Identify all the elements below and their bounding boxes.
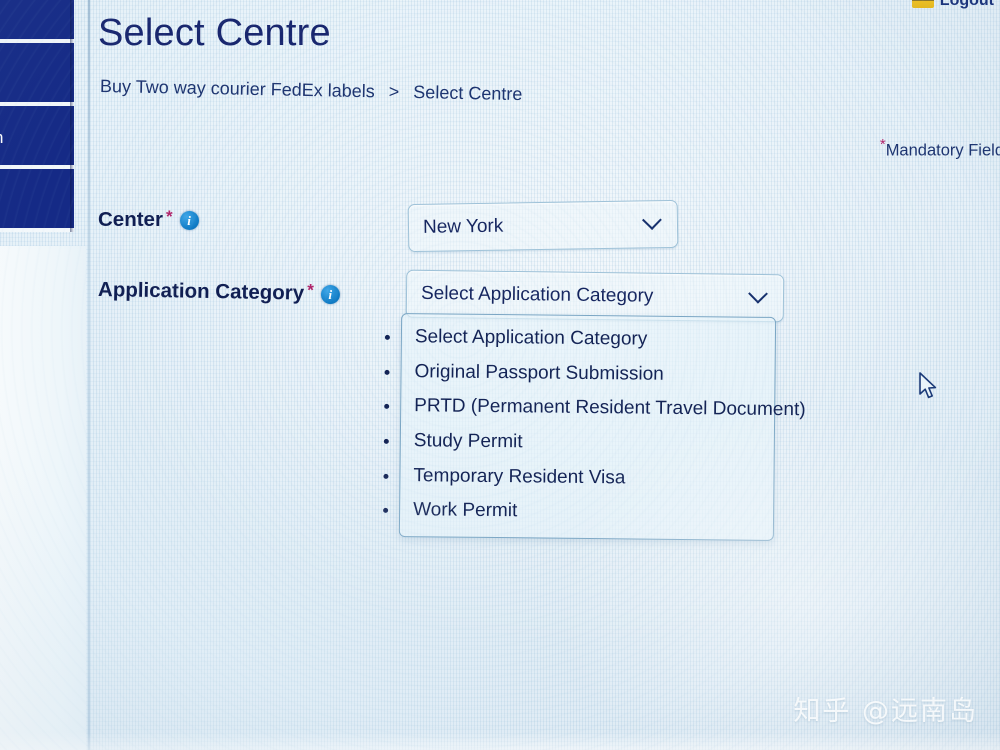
sidebar-item-labels[interactable]: bels <box>0 0 74 43</box>
main-content: Logout Select Centre Buy Two way courier… <box>98 0 1000 750</box>
application-category-selected-value: Select Application Category <box>420 282 654 307</box>
sidebar-nav: bels n <box>0 0 74 232</box>
center-required-mark: * <box>165 207 173 226</box>
info-icon[interactable]: i <box>320 284 340 304</box>
info-icon[interactable]: i <box>179 210 199 230</box>
left-margin-strip <box>0 246 86 750</box>
dropdown-option[interactable]: Select Application Category <box>402 320 775 359</box>
breadcrumb-parent-link[interactable]: Buy Two way courier FedEx labels <box>100 76 375 101</box>
logout-label: Logout <box>939 0 994 9</box>
center-selected-value: New York <box>422 215 504 238</box>
sidebar-item-label: n <box>0 106 74 165</box>
application-category-option-list[interactable]: Select Application Category Original Pas… <box>398 313 806 542</box>
center-label-text: Center <box>98 208 163 231</box>
mandatory-field-note: *Mandatory Field <box>880 136 1000 161</box>
dropdown-option[interactable]: Original Passport Submission <box>401 355 774 394</box>
center-field-label: Center * i <box>98 207 199 232</box>
breadcrumb: Buy Two way courier FedEx labels > Selec… <box>100 76 523 105</box>
content-divider <box>88 0 90 750</box>
logout-button[interactable]: Logout <box>911 0 994 10</box>
application-category-required-mark: * <box>307 280 314 300</box>
application-category-field-label: Application Category * i <box>98 278 340 306</box>
sidebar-item-label: bels <box>0 0 74 39</box>
sidebar-item-4[interactable] <box>0 169 74 232</box>
center-select[interactable]: New York <box>407 199 679 253</box>
sidebar-item-2[interactable] <box>0 43 74 106</box>
watermark: 知乎 @远南岛 <box>793 696 978 727</box>
sidebar-item-3[interactable]: n <box>0 106 74 169</box>
breadcrumb-separator: > <box>388 81 400 102</box>
dropdown-option[interactable]: PRTD (Permanent Resident Travel Document… <box>401 389 806 428</box>
dropdown-option[interactable]: Study Permit <box>401 424 774 463</box>
mandatory-text: Mandatory Field <box>885 141 1000 160</box>
breadcrumb-current: Select Centre <box>413 82 523 105</box>
dropdown-option[interactable]: Work Permit <box>400 493 773 532</box>
application-category-label-text: Application Category <box>97 278 305 305</box>
dropdown-option[interactable]: Temporary Resident Visa <box>400 459 773 498</box>
logout-icon <box>911 0 934 8</box>
page-title: Select Centre <box>98 12 331 54</box>
